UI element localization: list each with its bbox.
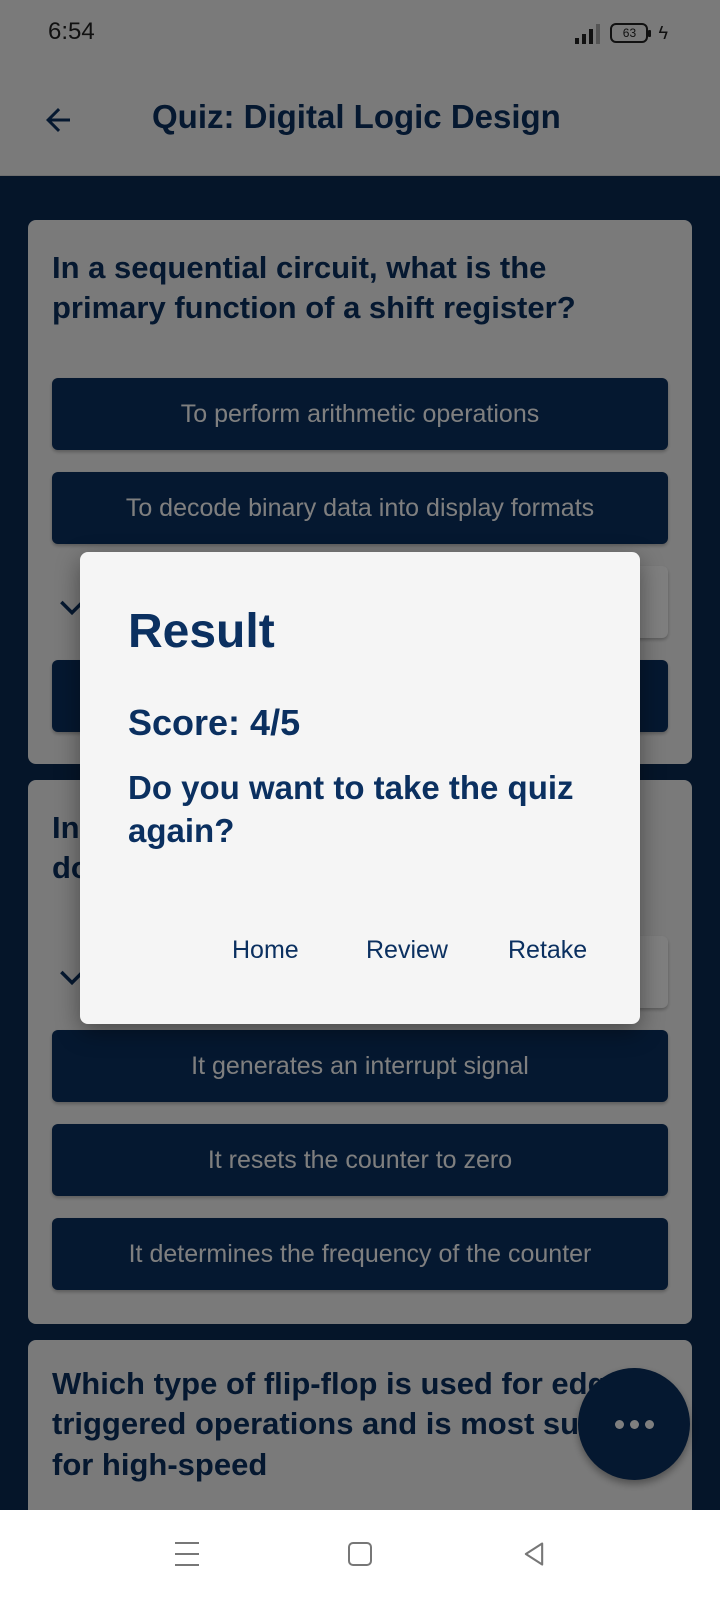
review-button[interactable]: Review: [362, 932, 452, 969]
retake-button[interactable]: Retake: [504, 932, 591, 969]
menu-icon[interactable]: [175, 1542, 199, 1566]
home-button[interactable]: Home: [228, 932, 303, 969]
dialog-title: Result: [128, 605, 275, 658]
result-dialog: Result Score: 4/5 Do you want to take th…: [80, 552, 640, 1024]
dialog-message: Do you want to take the quiz again?: [128, 769, 574, 849]
triangle-back-icon[interactable]: [520, 1540, 548, 1568]
system-nav-bar: [0, 1510, 720, 1600]
square-icon[interactable]: [348, 1542, 372, 1566]
score-text: Score: 4/5: [128, 702, 301, 743]
